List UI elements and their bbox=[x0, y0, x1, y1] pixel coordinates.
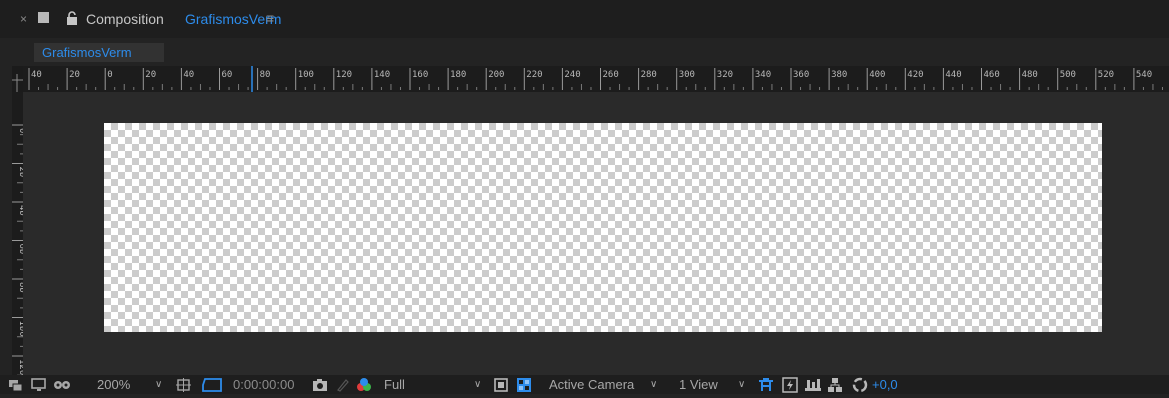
ruler-tick-label: 20 bbox=[145, 70, 156, 80]
tab-label: GrafismosVerm bbox=[42, 45, 132, 60]
ruler-tick-label: 220 bbox=[526, 70, 542, 80]
toggle-mask-icon[interactable] bbox=[494, 378, 508, 397]
reset-exposure-icon[interactable] bbox=[852, 377, 868, 398]
ruler-tick-label: 120 bbox=[336, 70, 352, 80]
transparency-grid-icon[interactable] bbox=[516, 377, 532, 398]
ruler-tick-label: 100 bbox=[298, 70, 314, 80]
ruler-tick-label: 160 bbox=[412, 70, 428, 80]
ruler-tick-label: 300 bbox=[679, 70, 695, 80]
ruler-vertical[interactable]: 020406080100120 bbox=[12, 92, 27, 386]
color-channels-icon[interactable] bbox=[356, 377, 372, 398]
ruler-vertical-ticks: 020406080100120 bbox=[12, 124, 27, 386]
composition-canvas[interactable] bbox=[104, 123, 1102, 332]
ruler-tick-label: 440 bbox=[945, 70, 961, 80]
ruler-tick-label: 80 bbox=[260, 70, 271, 80]
ruler-tick-label: 140 bbox=[374, 70, 390, 80]
ruler-tick-label: 420 bbox=[907, 70, 923, 80]
flowchart-icon[interactable] bbox=[827, 377, 843, 398]
tab-row bbox=[0, 38, 1169, 64]
ruler-tick-label: 320 bbox=[717, 70, 733, 80]
lock-icon[interactable] bbox=[66, 11, 78, 30]
camera-value[interactable]: Active Camera bbox=[549, 377, 634, 392]
color-swatch[interactable] bbox=[38, 12, 49, 23]
ruler-tick-label: 460 bbox=[984, 70, 1000, 80]
ruler-horizontal[interactable]: 40 20 0 20 40 60 80 100 120 140 160 180 200 220 240 260… bbox=[23, 66, 1169, 93]
ruler-tick-label: 260 bbox=[603, 70, 619, 80]
resolution-value[interactable]: Full bbox=[384, 377, 405, 392]
camera-dropdown-chevron-icon[interactable]: ∨ bbox=[650, 379, 657, 390]
ruler-tick-label: 480 bbox=[1022, 70, 1038, 80]
grid-icon[interactable] bbox=[201, 377, 223, 398]
exposure-value[interactable]: +0,0 bbox=[872, 377, 898, 392]
resolution-dropdown-chevron-icon[interactable]: ∨ bbox=[474, 379, 481, 390]
toggle-pixel-aspect-icon[interactable] bbox=[758, 377, 774, 398]
ruler-tick-label: 340 bbox=[755, 70, 771, 80]
ruler-tick-label: 40 bbox=[183, 70, 194, 80]
region-of-interest-icon[interactable] bbox=[176, 378, 192, 397]
close-icon[interactable]: × bbox=[20, 12, 27, 26]
ruler-tick-label: 360 bbox=[793, 70, 809, 80]
monitor-icon[interactable] bbox=[31, 378, 47, 397]
zoom-value[interactable]: 200% bbox=[97, 377, 130, 392]
ruler-horizontal-ticks: 40 20 0 20 40 60 80 100 120 140 160 180 200 220 240 260… bbox=[28, 66, 1163, 92]
ruler-tick-label: 40 bbox=[31, 70, 42, 80]
ruler-tick-label: 20 bbox=[69, 70, 80, 80]
ruler-tick-label: 500 bbox=[1060, 70, 1076, 80]
ruler-tick-label: 0 bbox=[107, 70, 112, 80]
panel-header bbox=[0, 0, 1169, 38]
ruler-tick-label: 240 bbox=[564, 70, 580, 80]
ruler-tick-label: 180 bbox=[450, 70, 466, 80]
views-dropdown-chevron-icon[interactable]: ∨ bbox=[738, 379, 745, 390]
ruler-tick-label: 60 bbox=[222, 70, 233, 80]
panel-title: Composition bbox=[86, 11, 164, 27]
fast-preview-icon[interactable] bbox=[782, 377, 798, 398]
ruler-tick-label: 520 bbox=[1098, 70, 1114, 80]
ruler-tick-label: 400 bbox=[869, 70, 885, 80]
timecode[interactable]: 0:00:00:00 bbox=[233, 377, 294, 392]
mask-visibility-icon[interactable] bbox=[53, 378, 71, 397]
zoom-dropdown-chevron-icon[interactable]: ∨ bbox=[155, 379, 162, 390]
always-preview-icon[interactable] bbox=[8, 378, 24, 397]
ruler-tick-label: 200 bbox=[488, 70, 504, 80]
snapshot-icon[interactable] bbox=[312, 378, 328, 397]
ruler-origin[interactable] bbox=[12, 66, 23, 92]
views-value[interactable]: 1 View bbox=[679, 377, 718, 392]
ruler-tick-label: 540 bbox=[1136, 70, 1152, 80]
timeline-icon[interactable] bbox=[804, 377, 822, 398]
show-snapshot-icon[interactable] bbox=[336, 378, 350, 397]
hamburger-menu-icon[interactable]: ≡ bbox=[266, 10, 274, 26]
ruler-tick-label: 380 bbox=[831, 70, 847, 80]
ruler-tick-label: 280 bbox=[641, 70, 657, 80]
